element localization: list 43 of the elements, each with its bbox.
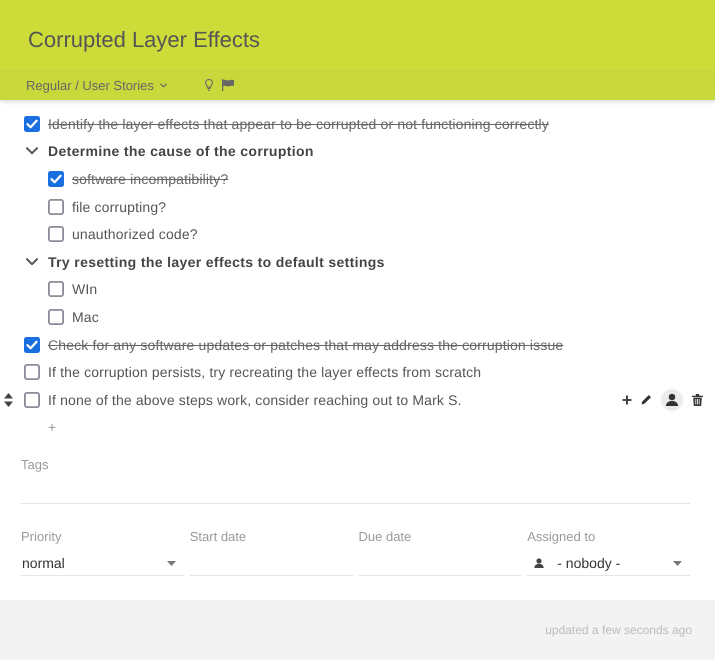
drag-handle-icon[interactable] — [4, 392, 13, 407]
plus-icon[interactable] — [622, 394, 632, 405]
checkbox[interactable] — [48, 170, 64, 187]
item-text: If none of the above steps work, consider reaching out to Mark S. — [48, 392, 462, 408]
chevron-down-icon[interactable] — [26, 147, 38, 156]
item-text: software incompatibility? — [72, 170, 228, 187]
item-text: Check for any software updates or patches that may address the corruption issue — [48, 336, 564, 353]
caret-icon — [166, 560, 176, 566]
project-dropdown[interactable]: Regular / User Stories — [26, 78, 167, 92]
item-text: unauthorized code? — [72, 226, 198, 242]
pencil-icon[interactable] — [641, 394, 652, 406]
field-label: Priority — [21, 529, 62, 546]
checkbox[interactable] — [48, 308, 64, 325]
updated-timestamp: updated a few seconds ago — [545, 623, 692, 637]
checkbox[interactable] — [24, 392, 40, 408]
checkbox[interactable] — [48, 281, 64, 298]
user-icon[interactable] — [661, 388, 683, 411]
user-icon — [534, 558, 544, 568]
select-field[interactable]: - nobody - — [527, 551, 690, 576]
lightbulb-icon[interactable] — [204, 79, 213, 91]
chevron-down-icon[interactable] — [26, 258, 38, 266]
checkbox[interactable] — [24, 336, 40, 353]
checkbox[interactable] — [24, 364, 40, 380]
group-title: Determine the cause of the corruption — [48, 143, 314, 160]
item-text: file corrupting? — [72, 198, 166, 215]
trash-icon[interactable] — [692, 394, 703, 406]
field-label: Tags — [21, 457, 50, 474]
field-label: Start date — [190, 529, 248, 546]
field-label: Assigned to — [527, 529, 596, 546]
item-text: WIn — [72, 281, 98, 298]
checkbox[interactable] — [24, 116, 40, 132]
select-field[interactable]: normal — [21, 551, 184, 576]
checkbox[interactable] — [48, 226, 64, 242]
item-text: Identify the layer effects that appear to be corrupted or not functioning correctly — [48, 116, 549, 132]
item-text: Mac — [72, 308, 99, 325]
group-title: Try resetting the layer effects to default settings — [48, 254, 385, 270]
checkbox[interactable] — [48, 198, 64, 215]
item-text: If the corruption persists, try recreating the layer effects from scratch — [48, 364, 482, 380]
chevron-down-icon — [160, 82, 167, 88]
field-label: Due date — [358, 529, 412, 546]
flag-icon[interactable] — [222, 79, 234, 91]
caret-icon — [673, 560, 682, 566]
page-title: Corrupted Layer Effects — [28, 27, 260, 53]
